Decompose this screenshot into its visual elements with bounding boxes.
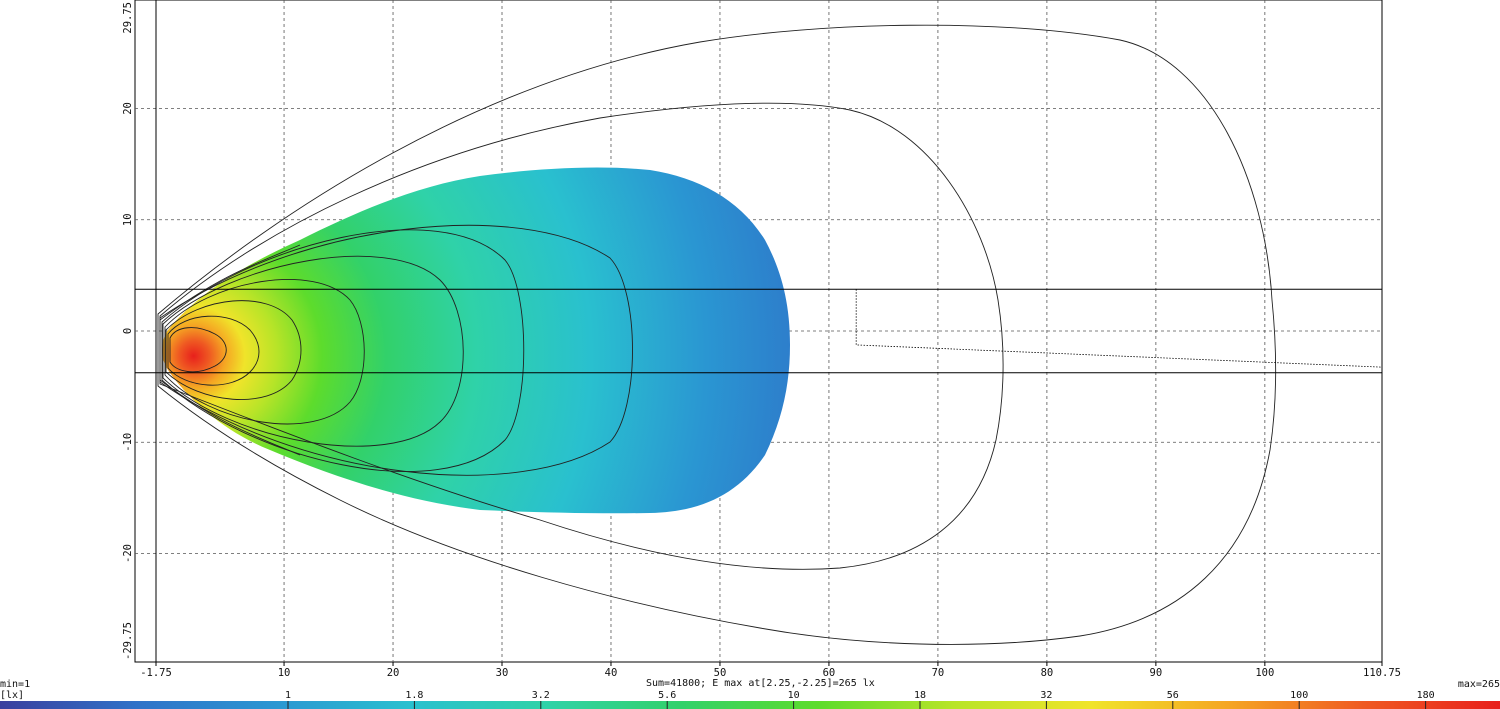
- x-tick-label: 80: [1041, 667, 1054, 679]
- x-tick-label: 40: [605, 667, 618, 679]
- summary-text: Sum=41800; E max at[2.25,-2.25]=265 lx: [646, 678, 875, 689]
- legend-tick-label: 5.6: [658, 690, 677, 701]
- legend-tick-label: 3.2: [531, 690, 550, 701]
- x-tick-label: 10: [278, 667, 291, 679]
- x-tick-label: 110.75: [1363, 667, 1401, 679]
- y-tick-label: -10: [122, 433, 134, 452]
- y-tick-label: -20: [122, 544, 134, 563]
- legend-min-label: min=1: [0, 679, 31, 690]
- x-tick-labels: -1.75 10 20 30 40 50 60 70 80 90 100 110.75: [140, 662, 1401, 679]
- legend-max-label: max=265: [1457, 679, 1500, 690]
- x-tick-label: 100: [1255, 667, 1274, 679]
- x-tick-label: 30: [496, 667, 509, 679]
- y-tick-label: 0: [122, 328, 134, 334]
- y-tick-label: 20: [122, 102, 134, 115]
- legend-tick-label: 10: [787, 690, 800, 701]
- y-tick-label: 10: [122, 213, 134, 226]
- legend-tick-label: 1: [284, 690, 292, 701]
- x-tick-label: -1.75: [140, 667, 172, 679]
- legend-tick-label: 56: [1166, 690, 1179, 701]
- legend-colorbar: [0, 701, 1500, 709]
- x-tick-label: 90: [1150, 667, 1163, 679]
- y-tick-label: 29.75: [122, 2, 134, 34]
- x-tick-label: 20: [387, 667, 400, 679]
- legend-tick-label: 18: [913, 690, 927, 701]
- y-tick-labels: 29.75 20 10 0 -10 -20 -29.75: [122, 2, 134, 660]
- illuminance-plot: -1.75 10 20 30 40 50 60 70 80 90 100 110.75 29.7520…: [0, 0, 1500, 709]
- legend-tick-label: 32: [1040, 690, 1053, 701]
- legend-unit-label: [lx]: [0, 690, 25, 701]
- legend-tick-label: 1.8: [405, 690, 424, 701]
- y-tick-label: -29.75: [122, 622, 134, 660]
- legend-tick-label: 180: [1416, 690, 1435, 701]
- x-tick-label: 70: [932, 667, 945, 679]
- legend-tick-label: 100: [1290, 690, 1309, 701]
